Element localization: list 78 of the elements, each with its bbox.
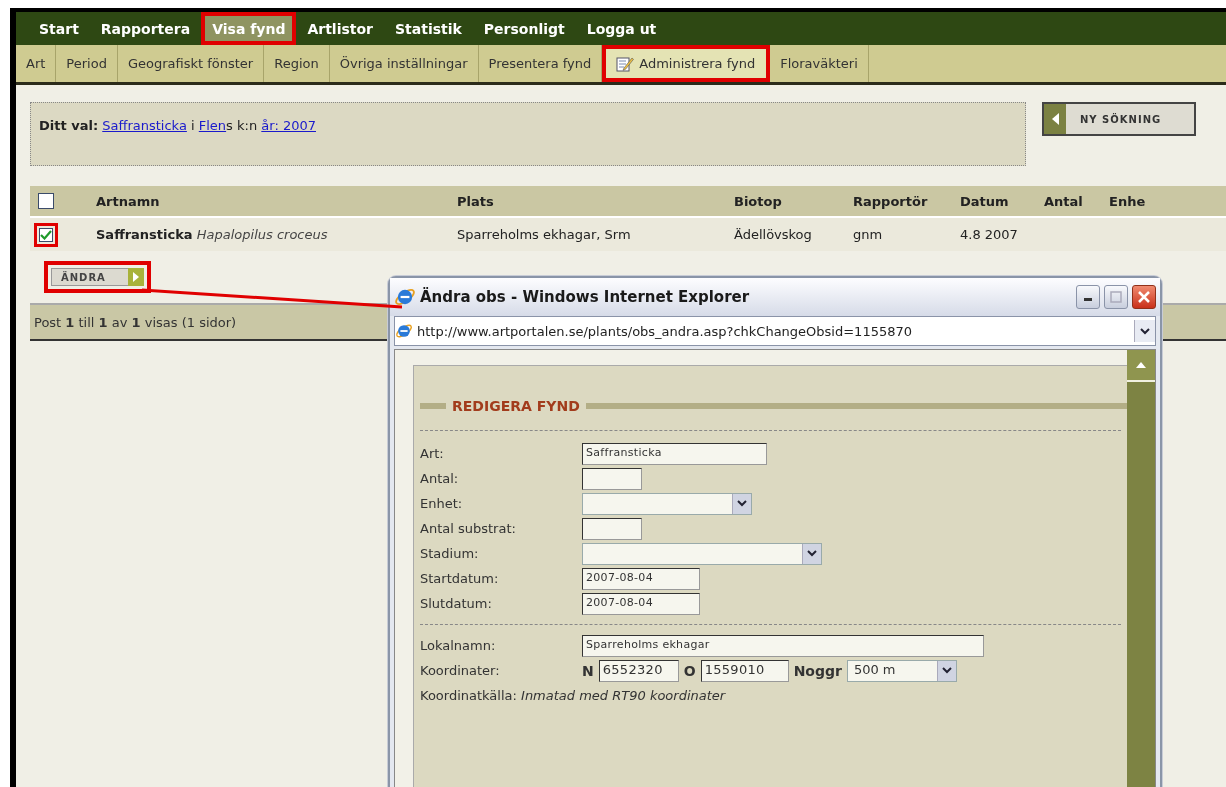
column-header[interactable]: Artnamn (96, 193, 457, 209)
page-icon (395, 322, 413, 340)
nav-tab[interactable]: Rapportera (89, 12, 202, 45)
address-bar[interactable]: http://www.artportalen.se/plants/obs_andra.asp?chkChangeObsid=1155870 (394, 316, 1156, 346)
chevron-down-icon (941, 667, 952, 674)
nav-tab[interactable]: Statistik (384, 12, 473, 45)
scroll-up-icon[interactable] (1136, 362, 1146, 368)
selection-text: i (191, 118, 195, 133)
column-header[interactable]: Rapportör (853, 193, 960, 209)
edit-button[interactable]: ÄNDRA (44, 261, 151, 293)
selection-label: Ditt val: (39, 118, 99, 133)
maximize-icon (1110, 291, 1122, 303)
input-field[interactable] (582, 517, 642, 540)
checkbox[interactable] (34, 222, 58, 247)
nav-tab[interactable]: Övriga inställningar (329, 45, 479, 82)
pagination-text: Post 1 till 1 av 1 visas (1 sidor) (34, 314, 237, 330)
nav-tab[interactable]: Personligt (472, 12, 576, 45)
section-heading: REDIGERA FYND (452, 398, 580, 414)
triangle-left-icon (1051, 113, 1059, 125)
nav-tab[interactable]: Geografiskt fönster (117, 45, 265, 82)
field-label: Antal: (420, 471, 460, 486)
field-label: Antal substrat: (420, 521, 517, 536)
coordinate-label: O (683, 662, 696, 679)
nav-tab[interactable]: Start (28, 12, 90, 45)
nav-tab[interactable]: Period (56, 45, 118, 82)
browser-logo-icon (394, 286, 416, 308)
nav-tab[interactable]: Art (16, 45, 57, 82)
table-cell-text: Saffransticka Hapalopilus croceus (96, 227, 329, 242)
close-button[interactable] (1132, 285, 1156, 309)
filter-link[interactable]: Flen (198, 118, 227, 133)
close-icon (1137, 290, 1151, 304)
field-label: Stadium: (420, 546, 480, 561)
dropdown-icon (1140, 327, 1150, 335)
input-field[interactable]: 2007-08-04 (582, 592, 700, 615)
nav-tab[interactable]: Administrera fynd (602, 45, 771, 82)
checkbox[interactable] (38, 193, 54, 209)
scrollbar[interactable] (1127, 350, 1155, 787)
field-label: Startdatum: (420, 571, 500, 586)
table-cell-text: Sparreholms ekhagar, Srm (457, 227, 632, 242)
field-label: Enhet: (420, 496, 464, 511)
column-header[interactable]: Biotop (734, 193, 853, 209)
field-label: Art: (420, 446, 445, 461)
filter-link[interactable]: Saffransticka (102, 118, 187, 133)
column-header[interactable]: Datum (960, 193, 1044, 209)
nav-tab[interactable]: Floraväkteri (770, 45, 869, 82)
accuracy-label: Noggr (793, 662, 842, 679)
input-field[interactable]: Saffransticka (582, 442, 767, 465)
check-icon (40, 229, 52, 240)
input-field[interactable]: 6552320 (598, 659, 679, 682)
input-field[interactable] (582, 467, 642, 490)
nav-tab[interactable]: Artlistor (296, 12, 384, 45)
window-title: Ändra obs - Windows Internet Explorer (420, 288, 751, 306)
triangle-right-icon (132, 272, 139, 282)
dropdown[interactable]: 500 m (846, 659, 957, 682)
column-header[interactable]: Enhe (1109, 193, 1226, 209)
table-cell-text: 4.8 2007 (960, 227, 1019, 242)
selection-text: s k:n (226, 118, 258, 133)
new-search-button[interactable]: NY SÖKNING (1042, 102, 1196, 136)
field-label: Koordinater: (420, 663, 501, 678)
chevron-down-icon (807, 550, 817, 557)
input-field[interactable]: 1559010 (700, 659, 789, 682)
nav-tab[interactable]: Logga ut (575, 12, 668, 45)
input-field[interactable]: Sparreholms ekhagar (582, 634, 984, 657)
nav-tab[interactable]: Region (264, 45, 330, 82)
input-field[interactable]: 2007-08-04 (582, 567, 700, 590)
chevron-down-icon (737, 500, 747, 507)
edit-icon (616, 55, 635, 72)
heading-bar (420, 403, 446, 409)
field-label: Lokalnamn: (420, 638, 497, 653)
filter-link[interactable]: år: 2007 (261, 118, 316, 133)
table-cell-text: Ädellövskog (734, 227, 813, 242)
column-header[interactable]: Antal (1044, 193, 1109, 209)
field-label: Slutdatum: (420, 596, 493, 611)
column-header[interactable]: Plats (457, 193, 734, 209)
table-cell-text: gnm (853, 227, 884, 242)
coordinate-source-text: Koordinatkälla: Inmatad med RT90 koordinater (420, 688, 727, 703)
minimize-button[interactable] (1076, 285, 1100, 309)
coordinate-label: N (582, 662, 594, 679)
